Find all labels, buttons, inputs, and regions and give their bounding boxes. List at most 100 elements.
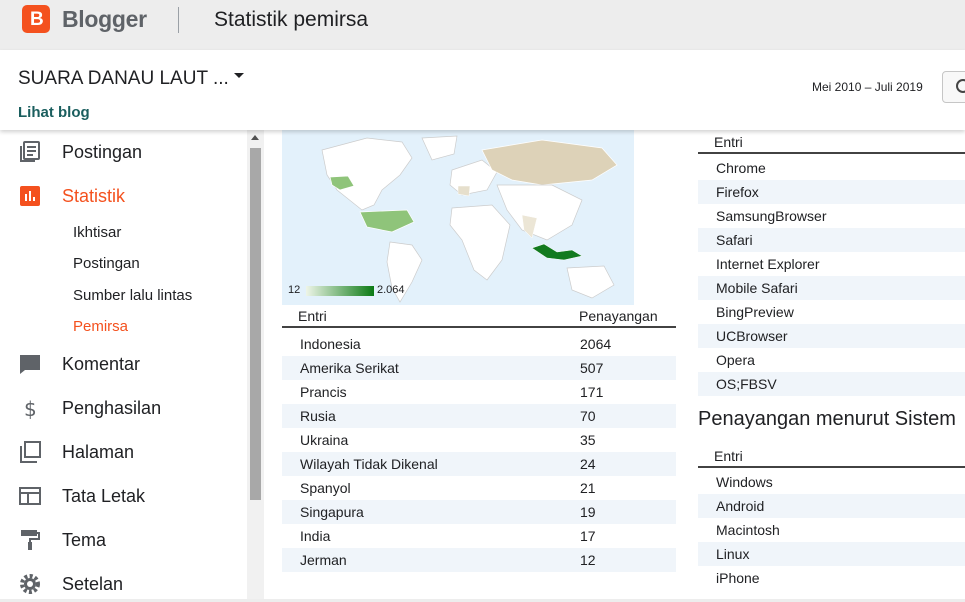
col-header-entry[interactable]: Entri [714,134,743,150]
table-row[interactable]: Safari [698,228,965,252]
os-name: Windows [716,474,773,490]
browser-name: OS;FBSV [716,376,777,392]
sidebar-item-tema[interactable]: Tema [0,522,247,558]
sidebar-item-label: Postingan [62,142,143,162]
country-name: Ukraina [300,432,349,448]
brand-name[interactable]: Blogger [62,6,147,33]
os-name: Linux [716,546,750,562]
table-row[interactable]: OS;FBSV [698,372,965,396]
map-legend-min: 12 [288,284,301,296]
sidebar-subitem-pemirsa[interactable]: Pemirsa [73,318,128,335]
sidebar-item-label: Setelan [62,574,124,594]
country-name: Prancis [300,384,347,400]
map-region-australia [566,265,615,299]
sidebar-item-label: Tema [62,530,107,550]
table-row[interactable]: Amerika Serikat 507 [282,356,676,380]
top-bar: B Blogger Statistik pemirsa [0,0,965,50]
table-row[interactable]: Mobile Safari [698,276,965,300]
blog-selector[interactable]: SUARA DANAU LAUT ... [18,68,229,90]
country-name: India [300,528,331,544]
col-header-entry[interactable]: Entri [298,308,327,324]
sidebar-item-penghasilan[interactable]: $ Penghasilan [0,390,247,426]
browser-name: BingPreview [716,304,794,320]
gear-icon [20,574,40,594]
table-row[interactable]: BingPreview [698,300,965,324]
sidebar: Postingan Statistik Ikhtisar Postingan S… [0,130,247,599]
table-row[interactable]: Ukraina 35 [282,428,676,452]
sidebar-item-postingan[interactable]: Postingan [0,134,247,170]
map-legend-gradient [306,286,374,296]
table-row[interactable]: Jerman 12 [282,548,676,572]
table-row[interactable]: Macintosh [698,518,965,542]
os-table-header: Entri [698,446,965,468]
scroll-thumb[interactable] [250,148,261,500]
os-table: Entri Windows Android Macintosh Linux iP… [698,446,965,599]
table-row[interactable]: Singapura 19 [282,500,676,524]
map-region-asia [496,184,583,241]
header-divider [178,7,179,33]
sidebar-item-label: Tata Letak [62,486,146,506]
os-name: Android [716,498,765,514]
country-views: 35 [580,432,596,448]
table-row[interactable]: Internet Explorer [698,252,965,276]
view-blog-link[interactable]: Lihat blog [18,104,90,121]
country-views: 171 [580,384,604,400]
map-region-greenland [421,135,458,161]
page-title: Statistik pemirsa [214,8,369,31]
layout-icon [19,487,41,505]
date-range: Mei 2010 – Juli 2019 [812,80,923,94]
sidebar-item-tata-letak[interactable]: Tata Letak [0,478,247,514]
chevron-down-icon[interactable] [234,73,244,78]
table-row[interactable]: Linux [698,542,965,566]
sidebar-item-label: Penghasilan [62,398,162,418]
col-header-views[interactable]: Penayangan [579,308,658,324]
table-row[interactable]: Spanyol 21 [282,476,676,500]
sidebar-subitem-postingan[interactable]: Postingan [73,255,140,272]
table-row[interactable]: SamsungBrowser [698,204,965,228]
world-map[interactable]: 12 2.064 [282,130,634,305]
countries-table-header: Entri Penayangan [282,306,676,328]
country-name: Rusia [300,408,336,424]
browser-name: Opera [716,352,755,368]
table-row[interactable]: Rusia 70 [282,404,676,428]
date-range-button[interactable] [942,71,965,103]
country-name: Spanyol [300,480,351,496]
country-name: Wilayah Tidak Dikenal [300,456,438,472]
map-region-france [457,185,471,197]
country-views: 24 [580,456,596,472]
sidebar-scrollbar[interactable] [247,130,264,599]
browser-name: Safari [716,232,753,248]
map-region-africa [449,204,511,281]
country-views: 2064 [580,336,612,352]
table-row[interactable]: Indonesia 2064 [282,332,676,356]
table-row[interactable]: Firefox [698,180,965,204]
country-views: 70 [580,408,596,424]
table-row[interactable]: Chrome [698,156,965,180]
table-row[interactable]: India 17 [282,524,676,548]
browsers-table-header: Entri [698,132,965,154]
pages-icon [20,441,41,463]
table-row[interactable]: Opera [698,348,965,372]
sidebar-item-label: Statistik [62,186,126,206]
sidebar-item-statistik[interactable]: Statistik [0,178,247,214]
browser-name: Firefox [716,184,759,200]
sidebar-item-halaman[interactable]: Halaman [0,434,247,470]
world-map-graphic [321,135,618,303]
map-region-russia [481,139,618,186]
table-row[interactable]: UCBrowser [698,324,965,348]
sidebar-subitem-sumber[interactable]: Sumber lalu lintas [73,287,192,304]
table-row[interactable]: Wilayah Tidak Dikenal 24 [282,452,676,476]
comment-icon [20,355,40,374]
table-row[interactable]: iPhone [698,566,965,590]
sidebar-item-komentar[interactable]: Komentar [0,346,247,382]
sidebar-subitem-ikhtisar[interactable]: Ikhtisar [73,224,121,241]
sidebar-item-setelan[interactable]: Setelan [0,566,247,602]
table-row[interactable]: Windows [698,470,965,494]
col-header-entry[interactable]: Entri [714,448,743,464]
countries-table: Entri Penayangan Indonesia 2064 Amerika S… [282,306,676,576]
table-row[interactable]: Prancis 171 [282,380,676,404]
blogger-logo-icon[interactable]: B [22,5,50,33]
browser-name: Mobile Safari [716,280,798,296]
scroll-up-icon[interactable] [251,135,259,140]
table-row[interactable]: Android [698,494,965,518]
